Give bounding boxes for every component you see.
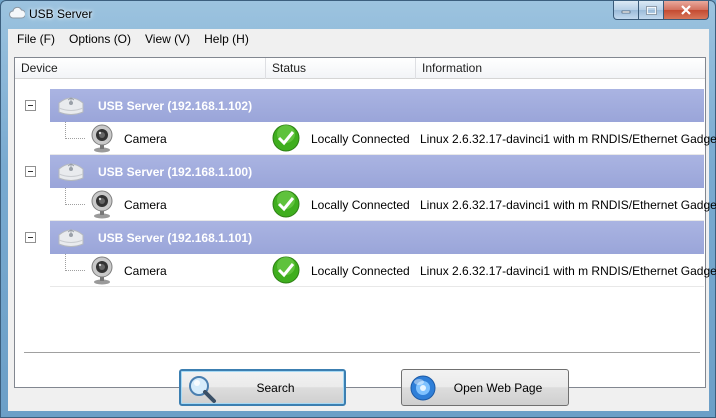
maximize-button[interactable]: [639, 1, 664, 20]
cloud-icon: [9, 6, 25, 19]
menu-options[interactable]: Options (O): [62, 29, 138, 49]
status-text: Locally Connected: [311, 264, 410, 278]
information-text: Linux 2.6.32.17-davinci1 with m RNDIS/Et…: [420, 264, 716, 278]
search-button[interactable]: Search: [179, 369, 346, 406]
device-list[interactable]: Device Status Information USB Server (19…: [14, 57, 716, 388]
server-label: USB Server (192.168.1.102): [98, 99, 253, 113]
collapse-toggle[interactable]: [25, 166, 36, 177]
caption-buttons: [613, 1, 709, 20]
checkmark-icon: [272, 256, 300, 284]
status-text: Locally Connected: [311, 132, 410, 146]
usb-server-icon: [58, 229, 84, 247]
device-name: Camera: [124, 198, 167, 212]
device-row[interactable]: Camera Locally Connected Linux 2.6.32.17…: [50, 254, 716, 287]
minimize-button[interactable]: [613, 1, 639, 20]
webcam-icon: [91, 124, 113, 153]
column-header-device[interactable]: Device: [15, 58, 266, 79]
magnifier-icon: [189, 376, 216, 403]
device-name: Camera: [124, 132, 167, 146]
close-button[interactable]: [664, 1, 709, 20]
globe-icon: [410, 375, 436, 401]
close-icon: [681, 5, 691, 15]
server-group-row[interactable]: USB Server (192.168.1.101): [50, 221, 704, 254]
collapse-toggle[interactable]: [25, 232, 36, 243]
open-web-page-button[interactable]: Open Web Page: [401, 369, 569, 406]
menu-help[interactable]: Help (H): [197, 29, 256, 49]
menu-view[interactable]: View (V): [138, 29, 197, 49]
server-group-row[interactable]: USB Server (192.168.1.100): [50, 155, 704, 188]
column-header-information[interactable]: Information: [416, 58, 705, 79]
status-text: Locally Connected: [311, 198, 410, 212]
checkmark-icon: [272, 124, 300, 152]
checkmark-icon: [272, 190, 300, 218]
title-bar[interactable]: USB Server: [1, 1, 715, 29]
webcam-icon: [91, 256, 113, 285]
window-title: USB Server: [29, 7, 93, 21]
usb-server-icon: [58, 97, 84, 115]
client-area: Device Status Information USB Server (19…: [8, 49, 716, 411]
minimize-icon: [621, 10, 631, 14]
device-row[interactable]: Camera Locally Connected Linux 2.6.32.17…: [50, 122, 716, 155]
server-group-row[interactable]: USB Server (192.168.1.102): [50, 89, 704, 122]
collapse-toggle[interactable]: [25, 100, 36, 111]
column-header-status[interactable]: Status: [266, 58, 416, 79]
device-row[interactable]: Camera Locally Connected Linux 2.6.32.17…: [50, 188, 716, 221]
device-name: Camera: [124, 264, 167, 278]
usb-server-window: USB Server File (F) Options (O) View (V)…: [0, 0, 716, 418]
information-text: Linux 2.6.32.17-davinci1 with m RNDIS/Et…: [420, 132, 716, 146]
menu-file[interactable]: File (F): [10, 29, 62, 49]
maximize-icon: [645, 5, 657, 15]
webcam-icon: [91, 190, 113, 219]
list-header: Device Status Information: [15, 58, 705, 79]
usb-server-icon: [58, 163, 84, 181]
separator: [24, 352, 700, 354]
menu-bar: File (F) Options (O) View (V) Help (H): [8, 29, 709, 49]
information-text: Linux 2.6.32.17-davinci1 with m RNDIS/Et…: [420, 198, 716, 212]
server-label: USB Server (192.168.1.101): [98, 231, 253, 245]
server-label: USB Server (192.168.1.100): [98, 165, 253, 179]
